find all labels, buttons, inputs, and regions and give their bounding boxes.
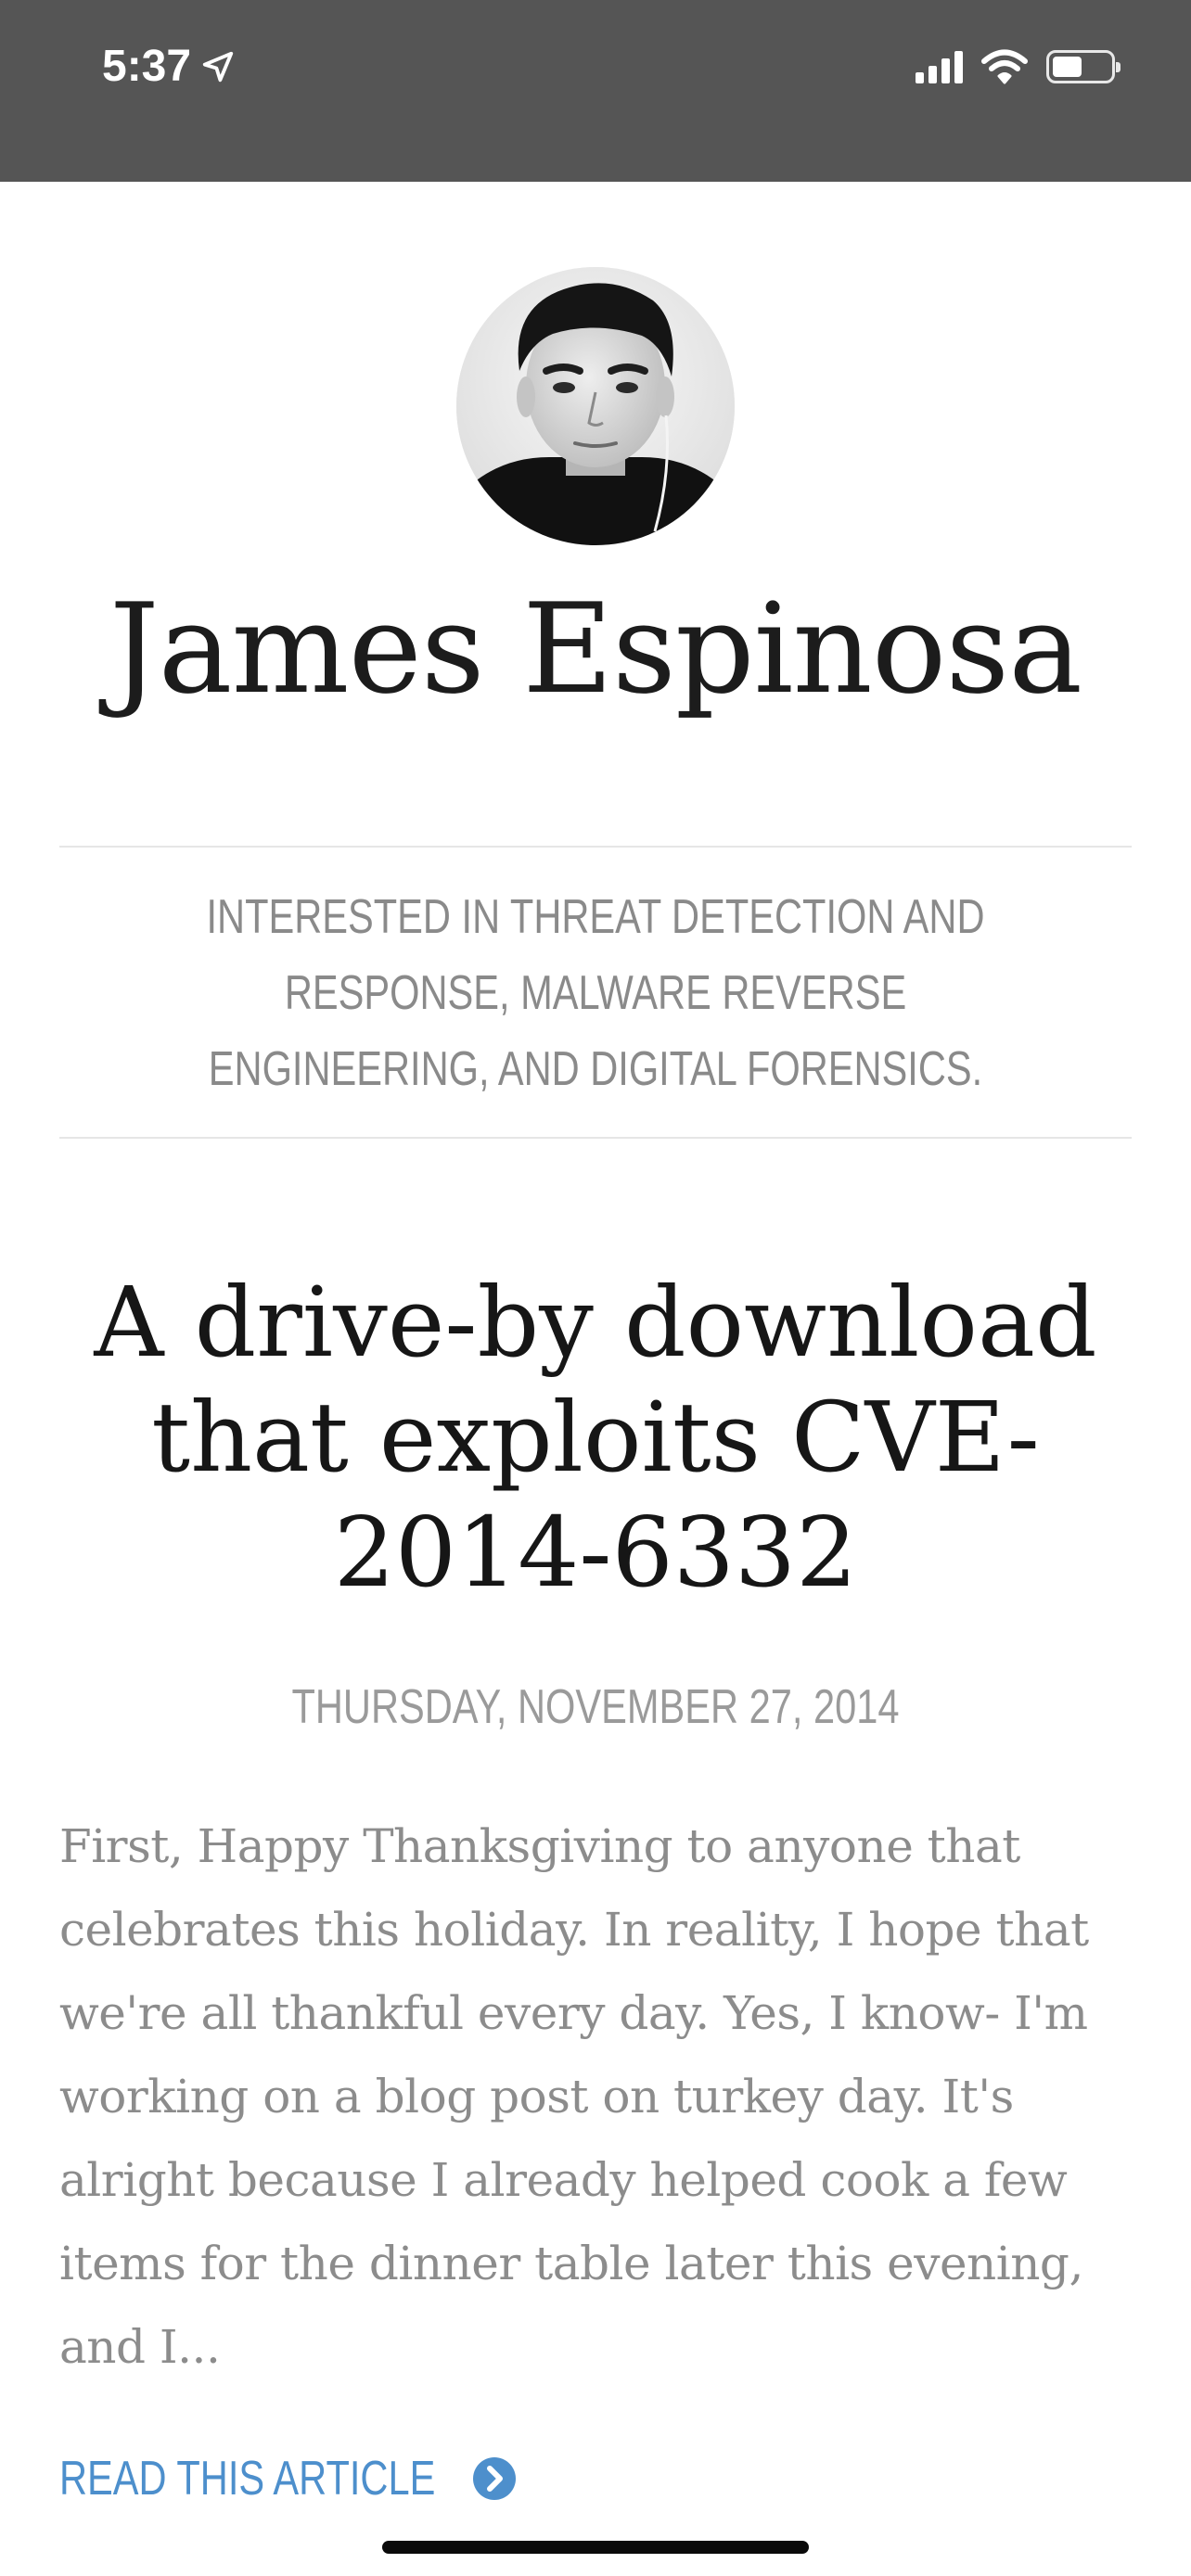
divider bbox=[59, 1137, 1132, 1139]
site-tagline: INTERESTED IN THREAT DETECTION AND RESPO… bbox=[206, 890, 985, 1096]
site-title[interactable]: James Espinosa bbox=[0, 556, 1191, 742]
article-excerpt: First, Happy Thanksgiving to anyone that… bbox=[59, 1819, 1089, 2374]
status-indicators bbox=[916, 46, 1121, 87]
avatar[interactable] bbox=[456, 267, 735, 545]
home-indicator[interactable] bbox=[382, 2541, 809, 2554]
article-title[interactable]: A drive-by download that exploits CVE-20… bbox=[59, 1265, 1132, 1610]
status-time: 5:37 bbox=[102, 37, 236, 96]
chevron-right-circle-icon bbox=[472, 2457, 516, 2500]
wifi-icon bbox=[981, 49, 1028, 84]
article-date: THURSDAY, NOVEMBER 27, 2014 bbox=[291, 1680, 900, 1734]
battery-level bbox=[1053, 57, 1082, 77]
status-time-text: 5:37 bbox=[102, 42, 192, 91]
status-bar: 5:37 bbox=[0, 0, 1191, 182]
profile-photo bbox=[456, 267, 735, 545]
read-article-label: READ THIS ARTICLE bbox=[59, 2452, 436, 2506]
cellular-signal-icon bbox=[916, 50, 963, 83]
read-article-link[interactable]: READ THIS ARTICLE bbox=[59, 2444, 517, 2513]
location-arrow-icon bbox=[202, 51, 234, 83]
battery-icon bbox=[1046, 50, 1121, 83]
divider bbox=[59, 846, 1132, 848]
